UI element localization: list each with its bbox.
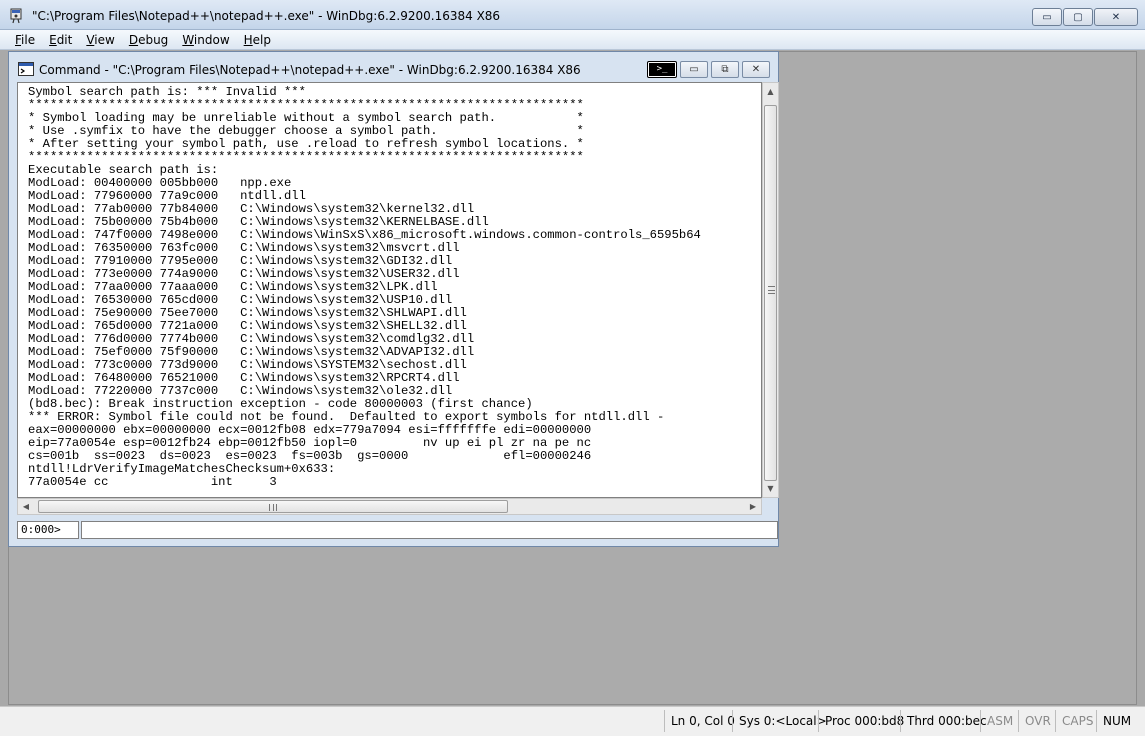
command-input[interactable]	[81, 521, 778, 539]
command-window-icon	[18, 62, 34, 76]
prompt-icon: >_	[649, 63, 675, 76]
minimize-icon: ▭	[689, 64, 699, 75]
command-restore-button[interactable]: ⧉	[711, 61, 739, 78]
scroll-up-arrow-icon[interactable]: ▲	[763, 83, 778, 100]
command-output[interactable]: Symbol search path is: *** Invalid *** *…	[17, 82, 762, 498]
menu-edit[interactable]: Edit	[42, 33, 79, 47]
menu-bar: File Edit View Debug Window Help	[0, 30, 1145, 50]
grip-icon	[269, 504, 277, 511]
status-caps: CAPS	[1055, 710, 1099, 732]
status-ovr: OVR	[1018, 710, 1057, 732]
menu-window[interactable]: Window	[175, 33, 236, 47]
menu-file[interactable]: File	[8, 33, 42, 47]
status-line-col: Ln 0, Col 0	[664, 710, 741, 732]
command-window: Command - "C:\Program Files\Notepad++\no…	[8, 51, 779, 547]
minimize-icon: ▭	[1042, 11, 1052, 23]
horizontal-scroll-thumb[interactable]	[38, 500, 508, 513]
status-num: NUM	[1096, 710, 1137, 732]
restore-icon: ⧉	[721, 64, 729, 75]
status-asm: ASM	[980, 710, 1019, 732]
command-window-title: Command - "C:\Program Files\Notepad++\no…	[39, 63, 581, 77]
window-title: "C:\Program Files\Notepad++\notepad++.ex…	[32, 9, 501, 23]
scroll-down-arrow-icon[interactable]: ▼	[763, 480, 778, 497]
minimize-button[interactable]: ▭	[1032, 8, 1062, 26]
status-thrd: Thrd 000:bec	[900, 710, 993, 732]
command-window-title-bar[interactable]: Command - "C:\Program Files\Notepad++\no…	[9, 52, 778, 80]
menu-help[interactable]: Help	[237, 33, 278, 47]
grip-icon	[768, 286, 775, 294]
command-prompt-button[interactable]: >_	[647, 61, 677, 78]
command-output-text: Symbol search path is: *** Invalid *** *…	[28, 85, 701, 489]
maximize-icon: ▢	[1073, 11, 1083, 23]
windbg-app-icon	[10, 8, 22, 24]
command-prompt-label: 0:000>	[17, 521, 79, 539]
scroll-right-arrow-icon[interactable]: ▶	[745, 499, 761, 514]
status-proc: Proc 000:bd8	[818, 710, 910, 732]
close-button[interactable]: ✕	[1094, 8, 1138, 26]
menu-debug[interactable]: Debug	[122, 33, 175, 47]
maximize-button[interactable]: ▢	[1063, 8, 1093, 26]
vertical-scrollbar[interactable]: ▲ ▼	[762, 82, 779, 498]
command-close-button[interactable]: ✕	[742, 61, 770, 78]
main-title-bar[interactable]: "C:\Program Files\Notepad++\notepad++.ex…	[0, 0, 1145, 30]
scroll-left-arrow-icon[interactable]: ◀	[18, 499, 34, 514]
command-minimize-button[interactable]: ▭	[680, 61, 708, 78]
status-bar: Ln 0, Col 0 Sys 0:<Local> Proc 000:bd8 T…	[0, 706, 1145, 736]
menu-view[interactable]: View	[79, 33, 121, 47]
close-icon: ✕	[751, 64, 761, 75]
vertical-scroll-thumb[interactable]	[764, 105, 777, 481]
horizontal-scrollbar[interactable]: ◀ ▶	[17, 498, 762, 515]
close-icon: ✕	[1111, 11, 1121, 23]
